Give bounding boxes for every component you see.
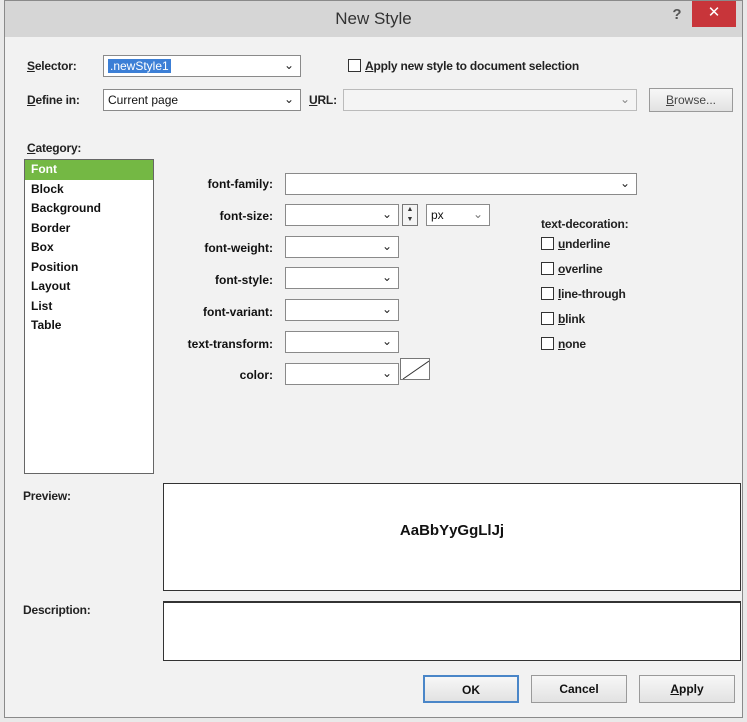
underline-label: underline (558, 237, 611, 251)
font-size-combobox[interactable]: ⌄ (285, 204, 399, 226)
line-through-checkbox[interactable] (541, 287, 554, 300)
browse-button[interactable]: Browse... (649, 88, 733, 112)
preview-label: Preview: (23, 489, 71, 503)
font-style-select[interactable]: ⌄ (285, 267, 399, 289)
description-panel (163, 601, 741, 661)
close-button[interactable]: ✕ (692, 1, 736, 27)
font-size-label: font-size: (219, 209, 273, 223)
chevron-down-icon[interactable]: ⌄ (382, 334, 392, 348)
define-in-select[interactable]: Current page ⌄ (103, 89, 301, 111)
selector-label: Selector: (27, 59, 77, 73)
font-style-label: font-style: (215, 273, 273, 287)
line-through-label: line-through (558, 287, 626, 301)
font-variant-label: font-variant: (203, 305, 273, 319)
category-item-table[interactable]: Table (25, 316, 153, 336)
help-button[interactable]: ? (664, 3, 690, 29)
chevron-down-icon[interactable]: ⌄ (473, 207, 483, 221)
apply-new-style-label: Apply new style to document selection (365, 59, 579, 73)
blink-label: blink (558, 312, 586, 326)
cancel-button[interactable]: Cancel (531, 675, 627, 703)
chevron-down-icon[interactable]: ⌄ (382, 207, 392, 221)
font-size-unit-value: px (431, 208, 444, 222)
none-checkbox[interactable] (541, 337, 554, 350)
chevron-down-icon[interactable]: ⌄ (382, 270, 392, 284)
color-label: color: (239, 368, 273, 382)
category-item-block[interactable]: Block (25, 180, 153, 200)
font-weight-label: font-weight: (204, 241, 273, 255)
text-transform-select[interactable]: ⌄ (285, 331, 399, 353)
category-list[interactable]: Font Block Background Border Box Positio… (24, 159, 154, 474)
overline-label: overline (558, 262, 603, 276)
chevron-down-icon[interactable]: ⌄ (284, 58, 294, 72)
selector-value: .newStyle1 (108, 59, 171, 73)
url-label: URL: (309, 93, 337, 107)
define-in-label: Define in: (27, 93, 80, 107)
chevron-down-icon[interactable]: ⌄ (382, 366, 392, 380)
chevron-down-icon[interactable]: ⌄ (382, 302, 392, 316)
font-variant-select[interactable]: ⌄ (285, 299, 399, 321)
category-item-box[interactable]: Box (25, 238, 153, 258)
ok-button[interactable]: OK (423, 675, 519, 703)
selector-combobox[interactable]: .newStyle1 ⌄ (103, 55, 301, 77)
blink-checkbox[interactable] (541, 312, 554, 325)
new-style-dialog: New Style ? ✕ Selector: .newStyle1 ⌄ App… (4, 0, 743, 718)
url-combobox[interactable]: ⌄ (343, 89, 637, 111)
font-size-stepper[interactable]: ▲ ▼ (402, 204, 418, 226)
apply-new-style-checkbox[interactable] (348, 59, 361, 72)
color-combobox[interactable]: ⌄ (285, 363, 399, 385)
chevron-down-icon[interactable]: ⌄ (620, 176, 630, 190)
underline-checkbox[interactable] (541, 237, 554, 250)
category-item-font[interactable]: Font (25, 160, 153, 180)
font-family-combobox[interactable]: ⌄ (285, 173, 637, 195)
category-label: Category: (27, 141, 82, 155)
preview-sample-text: AaBbYyGgLlJj (399, 522, 505, 539)
text-decoration-label: text-decoration: (541, 217, 629, 231)
category-item-position[interactable]: Position (25, 258, 153, 278)
text-transform-label: text-transform: (187, 337, 273, 351)
font-family-label: font-family: (207, 177, 273, 191)
color-picker-button[interactable] (400, 358, 430, 380)
category-item-background[interactable]: Background (25, 199, 153, 219)
no-color-swatch-icon (402, 360, 429, 379)
chevron-down-icon[interactable]: ⌄ (284, 92, 294, 106)
description-label: Description: (23, 603, 91, 617)
category-item-list[interactable]: List (25, 297, 153, 317)
spin-down-icon[interactable]: ▼ (403, 215, 417, 225)
dialog-title: New Style (335, 9, 412, 28)
category-item-layout[interactable]: Layout (25, 277, 153, 297)
apply-button[interactable]: Apply (639, 675, 735, 703)
chevron-down-icon[interactable]: ⌄ (382, 239, 392, 253)
spin-up-icon[interactable]: ▲ (403, 205, 417, 215)
preview-panel: AaBbYyGgLlJj (163, 483, 741, 591)
title-bar: New Style ? ✕ (5, 1, 742, 37)
category-item-border[interactable]: Border (25, 219, 153, 239)
font-weight-select[interactable]: ⌄ (285, 236, 399, 258)
none-label: none (558, 337, 586, 351)
chevron-down-icon[interactable]: ⌄ (620, 92, 630, 106)
define-in-value: Current page (108, 93, 179, 107)
font-size-unit-select[interactable]: px ⌄ (426, 204, 490, 226)
overline-checkbox[interactable] (541, 262, 554, 275)
